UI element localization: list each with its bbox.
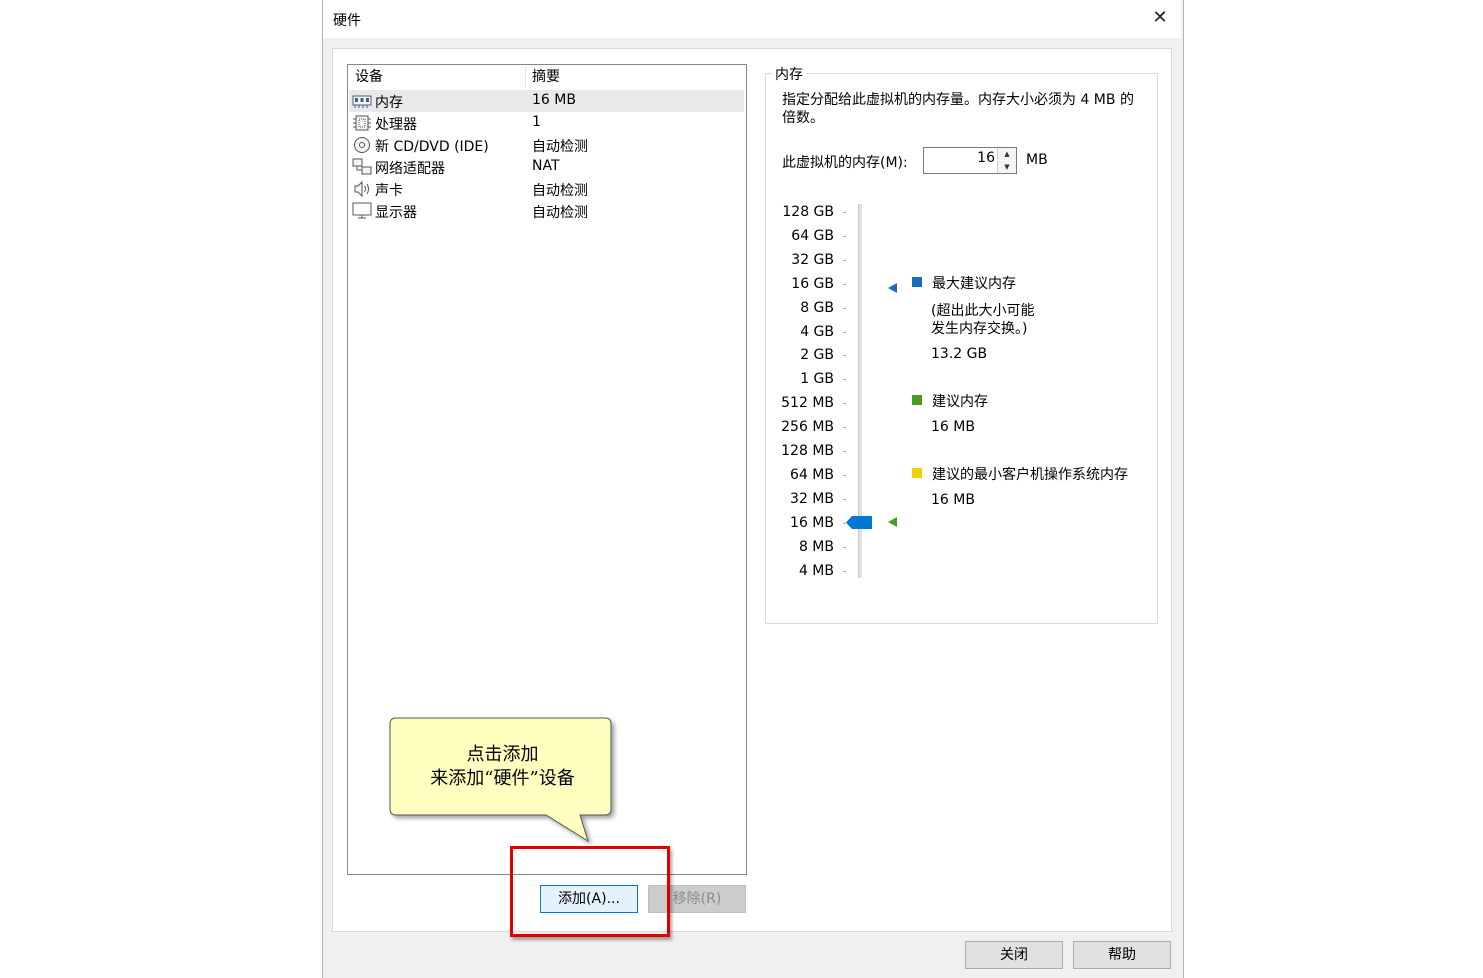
memory-input-value[interactable]: 16 — [925, 150, 995, 166]
callout-text: 点击添加 来添加“硬件”设备 — [400, 743, 605, 791]
scale-tick — [843, 451, 846, 452]
network-adapter-icon — [352, 158, 372, 175]
memory-field-label: 此虚拟机的内存(M): — [782, 155, 908, 171]
scale-tick — [843, 474, 846, 476]
guest-min-swatch — [912, 468, 922, 478]
device-summary: NAT — [532, 158, 560, 174]
memory-unit: MB — [1026, 152, 1048, 168]
scale-label: 32 MB — [790, 490, 834, 507]
highlight-box — [510, 846, 670, 937]
scale-label: 16 GB — [791, 275, 834, 292]
device-name: 显示器 — [375, 205, 417, 221]
scale-tick — [843, 427, 846, 429]
scale-tick — [843, 283, 846, 285]
device-name: 处理器 — [375, 117, 417, 133]
device-name: 内存 — [375, 95, 403, 111]
help-button[interactable]: 帮助 — [1073, 941, 1171, 969]
scale-label: 1 GB — [800, 371, 834, 388]
processor-icon — [353, 115, 371, 131]
display-icon — [352, 202, 372, 219]
max-recommended-note: (超出此大小可能 — [931, 303, 1035, 319]
close-button[interactable]: 关闭 — [965, 941, 1063, 969]
close-icon[interactable]: ✕ — [1150, 8, 1170, 28]
scale-label: 8 GB — [800, 299, 834, 316]
scale-label: 64 MB — [790, 466, 834, 483]
scale-label: 128 GB — [782, 204, 834, 220]
max-recommended-marker-icon — [888, 283, 897, 293]
callout-line: 来添加“硬件”设备 — [430, 768, 575, 789]
device-summary: 自动检测 — [532, 205, 588, 221]
scale-tick — [843, 235, 846, 237]
spin-up-button[interactable]: ▲ — [997, 148, 1016, 160]
cd-dvd-icon — [354, 137, 370, 153]
scale-tick — [843, 331, 846, 333]
scale-tick — [843, 379, 846, 381]
device-summary: 16 MB — [532, 92, 576, 108]
max-recommended-value: 13.2 GB — [931, 346, 988, 362]
device-name: 网络适配器 — [375, 161, 445, 177]
scale-label: 4 MB — [798, 562, 834, 579]
column-header-device[interactable]: 设备 — [355, 66, 383, 86]
guest-min-label: 建议的最小客户机操作系统内存 — [932, 467, 1128, 483]
device-summary: 自动检测 — [532, 183, 588, 199]
device-summary: 1 — [532, 114, 541, 130]
max-recommended-note: 发生内存交换。) — [931, 321, 1028, 337]
scale-tick — [843, 498, 846, 500]
scale-label: 512 MB — [781, 395, 834, 412]
max-recommended-swatch — [912, 277, 922, 287]
memory-group-title: 内存 — [772, 64, 806, 84]
memory-description: 指定分配给此虚拟机的内存量。内存大小必须为 4 MB 的倍数。 — [782, 92, 1134, 126]
sound-card-icon — [354, 180, 369, 198]
scale-label: 16 MB — [790, 514, 834, 531]
memory-icon — [352, 95, 372, 108]
scale-tick — [843, 403, 846, 405]
scale-label: 256 MB — [781, 419, 834, 436]
scale-label: 8 MB — [798, 538, 834, 555]
dialog-title: 硬件 — [333, 13, 361, 29]
column-divider — [525, 66, 526, 88]
scale-label: 32 GB — [791, 251, 834, 268]
recommended-label: 建议内存 — [932, 394, 988, 410]
scale-label: 4 GB — [800, 323, 834, 340]
recommended-swatch — [912, 395, 922, 405]
recommended-value: 16 MB — [931, 419, 975, 435]
callout-line: 点击添加 — [466, 744, 539, 765]
max-recommended-label: 最大建议内存 — [932, 276, 1016, 292]
memory-slider-thumb[interactable] — [846, 516, 872, 529]
scale-label: 64 GB — [791, 227, 834, 244]
scale-tick — [843, 546, 846, 548]
title-bar — [323, 0, 1181, 38]
guest-min-value: 16 MB — [931, 492, 975, 508]
device-summary: 自动检测 — [532, 139, 588, 155]
device-name: 新 CD/DVD (IDE) — [375, 139, 489, 155]
scale-label: 128 MB — [781, 443, 834, 459]
scale-tick — [843, 307, 846, 309]
device-name: 声卡 — [375, 183, 403, 199]
scale-tick — [843, 570, 846, 572]
scale-tick — [843, 259, 846, 261]
scale-label: 2 GB — [800, 347, 834, 364]
column-header-summary[interactable]: 摘要 — [532, 66, 560, 86]
spin-down-button[interactable]: ▼ — [997, 161, 1016, 173]
scale-tick — [843, 212, 846, 213]
recommended-marker-icon — [888, 517, 897, 527]
scale-tick — [843, 355, 846, 357]
